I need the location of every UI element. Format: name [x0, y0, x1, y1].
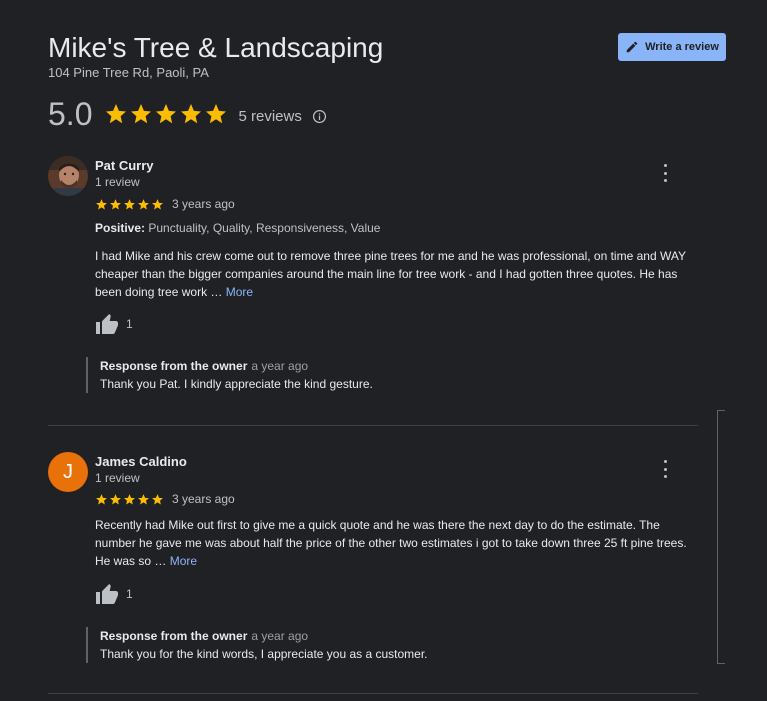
review-time: 3 years ago	[172, 197, 235, 211]
like-control: 1	[95, 583, 133, 605]
star-icon	[131, 104, 152, 124]
review-text: Recently had Mike out first to give me a…	[95, 516, 693, 570]
owner-response-text: Thank you for the kind words, I apprecia…	[100, 647, 428, 661]
reviewer-name[interactable]: Pat Curry	[95, 158, 154, 173]
average-rating: 5.0	[48, 96, 93, 132]
star-icon	[96, 198, 107, 209]
attributes-label: Positive:	[95, 221, 146, 235]
reviewer-name[interactable]: James Caldino	[95, 454, 187, 469]
star-icon	[206, 104, 227, 124]
reviewer-review-count: 1 review	[95, 175, 140, 189]
review-body: I had Mike and his crew come out to remo…	[95, 249, 686, 299]
rating-stars	[104, 102, 228, 126]
owner-response-label: Response from the owner	[100, 359, 248, 373]
review-stars	[95, 198, 164, 211]
scrollbar[interactable]	[717, 410, 725, 664]
owner-response: Response from the owner a year ago Thank …	[86, 357, 373, 393]
avatar[interactable]: J	[48, 452, 88, 492]
business-name: Mike's Tree & Landscaping	[48, 32, 384, 63]
review-card: J James Caldino 1 review 3 years ago Rec…	[48, 452, 698, 672]
star-icon	[138, 198, 149, 209]
star-icon	[152, 198, 163, 209]
owner-response-text: Thank you Pat. I kindly appreciate the k…	[100, 377, 373, 391]
owner-response-time: a year ago	[251, 359, 309, 373]
reviewer-review-count: 1 review	[95, 471, 140, 485]
review-card: Pat Curry 1 review 3 years ago Positive:…	[48, 156, 698, 401]
profile-photo-icon	[48, 156, 88, 196]
divider	[48, 693, 698, 694]
star-icon	[152, 493, 163, 504]
pencil-icon	[626, 41, 638, 53]
like-count: 1	[126, 587, 133, 601]
star-icon	[106, 104, 127, 124]
write-review-label: Write a review	[645, 41, 719, 53]
owner-response-time: a year ago	[251, 629, 309, 643]
more-options-icon[interactable]	[660, 460, 670, 478]
star-icon	[181, 104, 202, 124]
more-link[interactable]: More	[226, 285, 253, 299]
owner-response-title: Response from the owner a year ago	[100, 357, 373, 375]
star-icon	[138, 493, 149, 504]
write-review-button[interactable]: Write a review	[618, 33, 726, 61]
more-options-icon[interactable]	[660, 164, 670, 182]
divider	[48, 425, 698, 426]
like-count: 1	[126, 317, 133, 331]
business-address: 104 Pine Tree Rd, Paoli, PA	[48, 65, 209, 80]
star-icon	[156, 104, 177, 124]
info-icon[interactable]	[312, 109, 327, 124]
review-stars	[95, 493, 164, 506]
review-attributes: Positive: Punctuality, Quality, Responsi…	[95, 221, 380, 235]
review-rating: 3 years ago	[95, 492, 235, 506]
reviews-panel: Mike's Tree & Landscaping 104 Pine Tree …	[0, 0, 767, 701]
star-icon	[110, 198, 121, 209]
owner-response: Response from the owner a year ago Thank …	[86, 627, 428, 663]
avatar[interactable]	[48, 156, 88, 196]
review-time: 3 years ago	[172, 492, 235, 506]
owner-response-title: Response from the owner a year ago	[100, 627, 428, 645]
owner-response-label: Response from the owner	[100, 629, 248, 643]
rating-summary: 5.0 5 reviews	[48, 95, 327, 133]
star-icon	[124, 493, 135, 504]
star-icon	[110, 493, 121, 504]
review-rating: 3 years ago	[95, 197, 235, 211]
review-count[interactable]: 5 reviews	[238, 108, 301, 125]
more-link[interactable]: More	[170, 554, 197, 568]
attributes-list: Punctuality, Quality, Responsiveness, Va…	[148, 221, 381, 235]
thumbs-up-icon[interactable]	[95, 313, 119, 335]
review-text: I had Mike and his crew come out to remo…	[95, 247, 693, 301]
star-icon	[124, 198, 135, 209]
star-icon	[96, 493, 107, 504]
like-control: 1	[95, 313, 133, 335]
thumbs-up-icon[interactable]	[95, 583, 119, 605]
